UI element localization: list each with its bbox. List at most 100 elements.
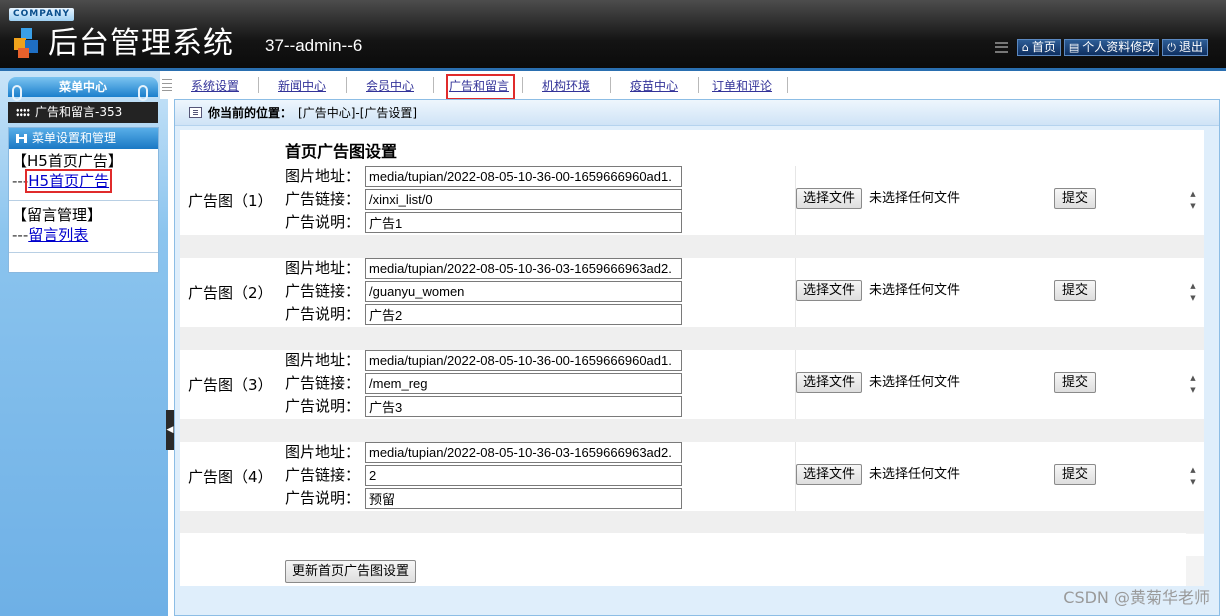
scroll-spinner[interactable]: ▲ ▼ xyxy=(1186,464,1200,488)
row-gap xyxy=(180,235,1204,258)
ad-link-input[interactable] xyxy=(365,465,682,486)
menu-center-title: 菜单中心 xyxy=(8,77,158,97)
ad-label: 广告图（4） xyxy=(188,468,273,486)
scroll-spinner[interactable]: ▲ ▼ xyxy=(1186,280,1200,304)
image-url-input[interactable] xyxy=(365,166,682,187)
tab-institution[interactable]: 机构环境 xyxy=(542,79,590,93)
arrow-up-icon: ▲ xyxy=(1190,466,1196,474)
file-status: 未选择任何文件 xyxy=(869,467,961,482)
ad-desc-input[interactable] xyxy=(365,488,682,509)
home-icon: ⌂ xyxy=(1021,40,1029,54)
link-field-label: 广告链接： xyxy=(285,374,361,392)
image-field-label: 图片地址： xyxy=(285,351,361,369)
tab-orders-reviews[interactable]: 订单和评论 xyxy=(712,79,772,93)
nav-grip-icon xyxy=(162,79,172,91)
arrow-down-icon: ▼ xyxy=(1190,202,1196,210)
ad-desc-input[interactable] xyxy=(365,304,682,325)
tab-vaccine-center[interactable]: 疫苗中心 xyxy=(630,79,678,93)
section-title: 首页广告图设置 xyxy=(285,142,398,161)
image-url-input[interactable] xyxy=(365,442,682,463)
submit-button[interactable]: 提交 xyxy=(1054,188,1096,209)
menu-grid-icon xyxy=(994,41,1008,53)
submit-button[interactable]: 提交 xyxy=(1054,280,1096,301)
sidebar: 菜单中心 广告和留言-353 菜单设置和管理 【H5首页广告】 ---H5首页广… xyxy=(0,71,168,616)
tab-system-settings[interactable]: 系统设置 xyxy=(191,79,239,93)
row-gap xyxy=(180,534,1204,556)
submit-button[interactable]: 提交 xyxy=(1054,464,1096,485)
active-tab-highlight xyxy=(446,74,515,100)
menu-prefix: --- xyxy=(12,226,29,244)
list-icon xyxy=(16,134,27,143)
arrow-up-icon: ▲ xyxy=(1190,190,1196,198)
collapse-sidebar-handle[interactable]: ◀ xyxy=(166,410,174,450)
tab-divider xyxy=(787,77,788,93)
arrow-down-icon: ▼ xyxy=(1190,386,1196,394)
file-status: 未选择任何文件 xyxy=(869,191,961,206)
image-url-input[interactable] xyxy=(365,350,682,371)
desc-field-label: 广告说明： xyxy=(285,305,361,323)
arrow-up-icon: ▲ xyxy=(1190,282,1196,290)
tab-divider xyxy=(610,77,611,93)
submit-button[interactable]: 提交 xyxy=(1054,372,1096,393)
ad-link-input[interactable] xyxy=(365,189,682,210)
profile-label: 个人资料修改 xyxy=(1082,39,1155,54)
profile-button[interactable]: ▤ 个人资料修改 xyxy=(1063,38,1160,56)
choose-file-button[interactable]: 选择文件 xyxy=(796,464,863,485)
ad-desc-input[interactable] xyxy=(365,212,682,233)
home-label: 首页 xyxy=(1031,39,1056,54)
link-field-label: 广告链接： xyxy=(285,282,361,300)
sidebar-link-h5-ads[interactable]: H5首页广告 xyxy=(25,169,113,193)
menu-divider xyxy=(9,252,158,253)
choose-file-button[interactable]: 选择文件 xyxy=(796,188,863,209)
menu-divider xyxy=(9,200,158,201)
menu-prefix: --- xyxy=(12,172,29,190)
tab-divider xyxy=(698,77,699,93)
ad-label: 广告图（2） xyxy=(188,284,273,302)
ad-link-input[interactable] xyxy=(365,281,682,302)
menu-box-title: 菜单设置和管理 xyxy=(32,131,117,145)
ring-left-icon xyxy=(12,85,22,101)
row-gap xyxy=(180,327,1204,350)
menu-box-header: 菜单设置和管理 xyxy=(9,128,158,149)
arrow-up-icon: ▲ xyxy=(1190,374,1196,382)
menu-row-messages: ---留言列表 xyxy=(9,225,158,245)
breadcrumb: 你当前的位置： [广告中心]-[广告设置] xyxy=(175,100,1219,126)
logout-button[interactable]: ⏻ 退出 xyxy=(1162,38,1208,56)
scroll-spinner[interactable]: ▲ ▼ xyxy=(1186,188,1200,212)
file-status: 未选择任何文件 xyxy=(869,283,961,298)
menu-box: 菜单设置和管理 【H5首页广告】 ---H5首页广告 【留言管理】 ---留言列… xyxy=(8,127,159,273)
desc-field-label: 广告说明： xyxy=(285,489,361,507)
home-button[interactable]: ⌂ 首页 xyxy=(1016,38,1061,56)
choose-file-button[interactable]: 选择文件 xyxy=(796,280,863,301)
menu-row-ads: ---H5首页广告 xyxy=(9,169,158,193)
link-field-label: 广告链接： xyxy=(285,466,361,484)
row-gap xyxy=(180,511,1204,533)
module-count-bar: 广告和留言-353 xyxy=(8,102,158,123)
image-field-label: 图片地址： xyxy=(285,259,361,277)
profile-icon: ▤ xyxy=(1068,40,1080,54)
ad-row: 广告图（1） 图片地址： 广告链接： 广告说明： 选择文件 未选择任何文件 提交… xyxy=(180,166,1204,235)
ad-row: 广告图（2） 图片地址： 广告链接： 广告说明： 选择文件 未选择任何文件 提交… xyxy=(180,258,1204,327)
user-info: 37--admin--6 xyxy=(265,36,363,55)
form-title-row: 首页广告图设置 xyxy=(180,130,1204,166)
ad-label: 广告图（1） xyxy=(188,192,273,210)
file-status: 未选择任何文件 xyxy=(869,375,961,390)
tab-divider xyxy=(433,77,434,93)
tab-divider xyxy=(258,77,259,93)
tab-divider xyxy=(522,77,523,93)
arrow-down-icon: ▼ xyxy=(1190,478,1196,486)
ad-desc-input[interactable] xyxy=(365,396,682,417)
ad-link-input[interactable] xyxy=(365,373,682,394)
image-url-input[interactable] xyxy=(365,258,682,279)
tab-divider xyxy=(346,77,347,93)
tab-member-center[interactable]: 会员中心 xyxy=(366,79,414,93)
app-header: COMPANY 后台管理系统 37--admin--6 ⌂ 首页 ▤ 个人资料修… xyxy=(0,0,1226,71)
tab-news-center[interactable]: 新闻中心 xyxy=(278,79,326,93)
update-ad-settings-button[interactable]: 更新首页广告图设置 xyxy=(285,560,417,583)
choose-file-button[interactable]: 选择文件 xyxy=(796,372,863,393)
sidebar-link-message-list[interactable]: 留言列表 xyxy=(28,226,88,244)
link-field-label: 广告链接： xyxy=(285,190,361,208)
logout-label: 退出 xyxy=(1178,39,1203,54)
scroll-spinner[interactable]: ▲ ▼ xyxy=(1186,372,1200,396)
app-title: 后台管理系统 xyxy=(48,26,234,61)
